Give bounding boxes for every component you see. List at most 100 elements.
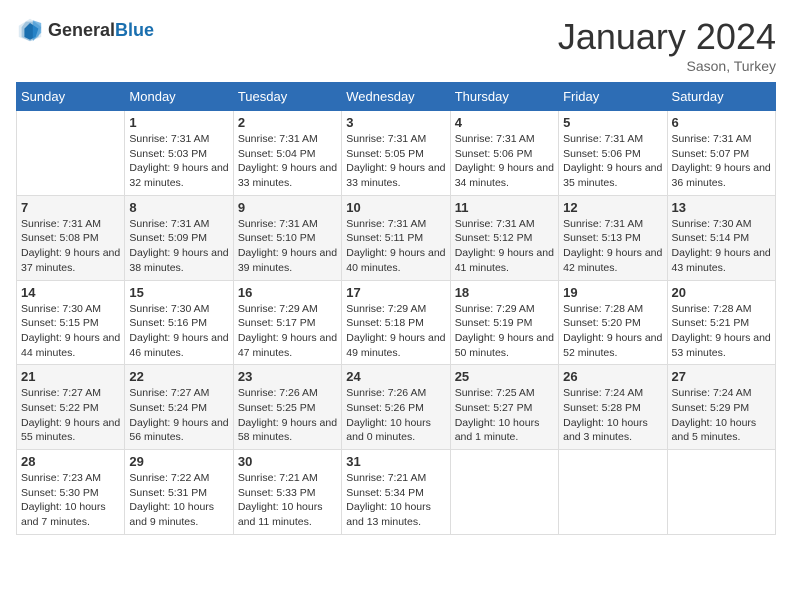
calendar-cell: 3 Sunrise: 7:31 AMSunset: 5:05 PMDayligh… <box>342 111 450 196</box>
day-detail: Sunrise: 7:30 AMSunset: 5:14 PMDaylight:… <box>672 217 771 276</box>
calendar-cell: 6 Sunrise: 7:31 AMSunset: 5:07 PMDayligh… <box>667 111 775 196</box>
day-number: 4 <box>455 115 554 130</box>
logo-general: General <box>48 20 115 40</box>
day-number: 8 <box>129 200 228 215</box>
logo-blue: Blue <box>115 20 154 40</box>
calendar-cell: 13 Sunrise: 7:30 AMSunset: 5:14 PMDaylig… <box>667 195 775 280</box>
calendar-cell: 16 Sunrise: 7:29 AMSunset: 5:17 PMDaylig… <box>233 280 341 365</box>
day-number: 24 <box>346 369 445 384</box>
calendar-cell: 1 Sunrise: 7:31 AMSunset: 5:03 PMDayligh… <box>125 111 233 196</box>
day-number: 25 <box>455 369 554 384</box>
calendar-cell: 26 Sunrise: 7:24 AMSunset: 5:28 PMDaylig… <box>559 365 667 450</box>
day-number: 7 <box>21 200 120 215</box>
day-number: 5 <box>563 115 662 130</box>
day-detail: Sunrise: 7:31 AMSunset: 5:03 PMDaylight:… <box>129 132 228 191</box>
day-detail: Sunrise: 7:22 AMSunset: 5:31 PMDaylight:… <box>129 471 228 530</box>
day-detail: Sunrise: 7:31 AMSunset: 5:04 PMDaylight:… <box>238 132 337 191</box>
calendar-cell: 8 Sunrise: 7:31 AMSunset: 5:09 PMDayligh… <box>125 195 233 280</box>
calendar-cell <box>450 450 558 535</box>
day-number: 23 <box>238 369 337 384</box>
day-detail: Sunrise: 7:29 AMSunset: 5:17 PMDaylight:… <box>238 302 337 361</box>
day-number: 9 <box>238 200 337 215</box>
day-number: 3 <box>346 115 445 130</box>
day-detail: Sunrise: 7:24 AMSunset: 5:28 PMDaylight:… <box>563 386 662 445</box>
day-detail: Sunrise: 7:31 AMSunset: 5:07 PMDaylight:… <box>672 132 771 191</box>
calendar-cell <box>17 111 125 196</box>
day-detail: Sunrise: 7:29 AMSunset: 5:19 PMDaylight:… <box>455 302 554 361</box>
calendar-cell: 28 Sunrise: 7:23 AMSunset: 5:30 PMDaylig… <box>17 450 125 535</box>
calendar-cell: 9 Sunrise: 7:31 AMSunset: 5:10 PMDayligh… <box>233 195 341 280</box>
logo-icon <box>16 16 44 44</box>
month-title: January 2024 <box>558 16 776 58</box>
day-number: 28 <box>21 454 120 469</box>
calendar-cell: 21 Sunrise: 7:27 AMSunset: 5:22 PMDaylig… <box>17 365 125 450</box>
day-number: 29 <box>129 454 228 469</box>
day-detail: Sunrise: 7:21 AMSunset: 5:33 PMDaylight:… <box>238 471 337 530</box>
calendar-cell: 10 Sunrise: 7:31 AMSunset: 5:11 PMDaylig… <box>342 195 450 280</box>
calendar-table: SundayMondayTuesdayWednesdayThursdayFrid… <box>16 82 776 535</box>
calendar-cell: 5 Sunrise: 7:31 AMSunset: 5:06 PMDayligh… <box>559 111 667 196</box>
day-detail: Sunrise: 7:21 AMSunset: 5:34 PMDaylight:… <box>346 471 445 530</box>
calendar-cell: 24 Sunrise: 7:26 AMSunset: 5:26 PMDaylig… <box>342 365 450 450</box>
day-number: 22 <box>129 369 228 384</box>
calendar-cell: 29 Sunrise: 7:22 AMSunset: 5:31 PMDaylig… <box>125 450 233 535</box>
day-number: 17 <box>346 285 445 300</box>
column-header-tuesday: Tuesday <box>233 83 341 111</box>
day-number: 16 <box>238 285 337 300</box>
day-number: 31 <box>346 454 445 469</box>
calendar-cell: 23 Sunrise: 7:26 AMSunset: 5:25 PMDaylig… <box>233 365 341 450</box>
logo: GeneralBlue <box>16 16 154 44</box>
day-detail: Sunrise: 7:26 AMSunset: 5:25 PMDaylight:… <box>238 386 337 445</box>
day-number: 6 <box>672 115 771 130</box>
day-number: 18 <box>455 285 554 300</box>
day-number: 12 <box>563 200 662 215</box>
day-number: 20 <box>672 285 771 300</box>
calendar-cell: 27 Sunrise: 7:24 AMSunset: 5:29 PMDaylig… <box>667 365 775 450</box>
day-detail: Sunrise: 7:24 AMSunset: 5:29 PMDaylight:… <box>672 386 771 445</box>
day-detail: Sunrise: 7:27 AMSunset: 5:24 PMDaylight:… <box>129 386 228 445</box>
calendar-cell: 2 Sunrise: 7:31 AMSunset: 5:04 PMDayligh… <box>233 111 341 196</box>
day-number: 2 <box>238 115 337 130</box>
day-number: 15 <box>129 285 228 300</box>
calendar-cell <box>559 450 667 535</box>
column-header-wednesday: Wednesday <box>342 83 450 111</box>
day-detail: Sunrise: 7:28 AMSunset: 5:21 PMDaylight:… <box>672 302 771 361</box>
header-area: GeneralBlue January 2024 Sason, Turkey <box>16 16 776 74</box>
day-detail: Sunrise: 7:31 AMSunset: 5:08 PMDaylight:… <box>21 217 120 276</box>
day-number: 26 <box>563 369 662 384</box>
day-detail: Sunrise: 7:31 AMSunset: 5:10 PMDaylight:… <box>238 217 337 276</box>
day-detail: Sunrise: 7:31 AMSunset: 5:06 PMDaylight:… <box>563 132 662 191</box>
day-detail: Sunrise: 7:31 AMSunset: 5:05 PMDaylight:… <box>346 132 445 191</box>
day-number: 27 <box>672 369 771 384</box>
day-number: 11 <box>455 200 554 215</box>
day-detail: Sunrise: 7:30 AMSunset: 5:16 PMDaylight:… <box>129 302 228 361</box>
day-detail: Sunrise: 7:26 AMSunset: 5:26 PMDaylight:… <box>346 386 445 445</box>
column-header-sunday: Sunday <box>17 83 125 111</box>
day-detail: Sunrise: 7:25 AMSunset: 5:27 PMDaylight:… <box>455 386 554 445</box>
column-header-thursday: Thursday <box>450 83 558 111</box>
calendar-cell <box>667 450 775 535</box>
column-header-saturday: Saturday <box>667 83 775 111</box>
day-number: 13 <box>672 200 771 215</box>
calendar-cell: 25 Sunrise: 7:25 AMSunset: 5:27 PMDaylig… <box>450 365 558 450</box>
calendar-cell: 18 Sunrise: 7:29 AMSunset: 5:19 PMDaylig… <box>450 280 558 365</box>
calendar-cell: 11 Sunrise: 7:31 AMSunset: 5:12 PMDaylig… <box>450 195 558 280</box>
calendar-cell: 17 Sunrise: 7:29 AMSunset: 5:18 PMDaylig… <box>342 280 450 365</box>
day-detail: Sunrise: 7:30 AMSunset: 5:15 PMDaylight:… <box>21 302 120 361</box>
day-number: 19 <box>563 285 662 300</box>
day-number: 10 <box>346 200 445 215</box>
calendar-cell: 14 Sunrise: 7:30 AMSunset: 5:15 PMDaylig… <box>17 280 125 365</box>
location-subtitle: Sason, Turkey <box>558 58 776 74</box>
day-number: 30 <box>238 454 337 469</box>
calendar-cell: 20 Sunrise: 7:28 AMSunset: 5:21 PMDaylig… <box>667 280 775 365</box>
day-number: 21 <box>21 369 120 384</box>
calendar-cell: 31 Sunrise: 7:21 AMSunset: 5:34 PMDaylig… <box>342 450 450 535</box>
day-detail: Sunrise: 7:31 AMSunset: 5:11 PMDaylight:… <box>346 217 445 276</box>
calendar-cell: 4 Sunrise: 7:31 AMSunset: 5:06 PMDayligh… <box>450 111 558 196</box>
column-header-monday: Monday <box>125 83 233 111</box>
calendar-cell: 19 Sunrise: 7:28 AMSunset: 5:20 PMDaylig… <box>559 280 667 365</box>
day-detail: Sunrise: 7:29 AMSunset: 5:18 PMDaylight:… <box>346 302 445 361</box>
day-number: 14 <box>21 285 120 300</box>
day-detail: Sunrise: 7:23 AMSunset: 5:30 PMDaylight:… <box>21 471 120 530</box>
title-area: January 2024 Sason, Turkey <box>558 16 776 74</box>
